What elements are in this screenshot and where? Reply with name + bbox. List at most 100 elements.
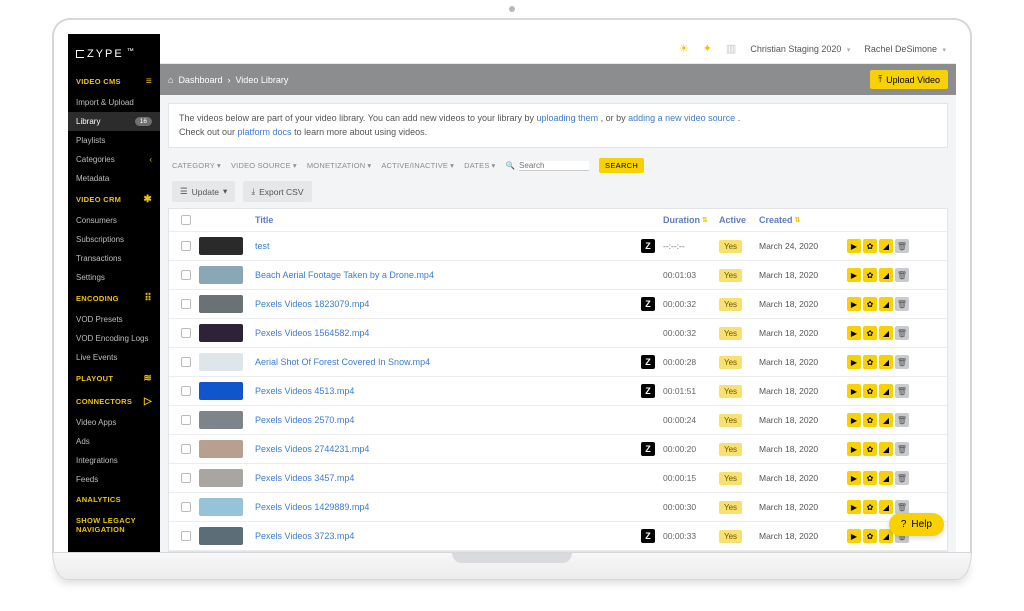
upload-video-button[interactable]: ⤒ Upload Video	[870, 70, 948, 89]
search-button[interactable]: SEARCH	[599, 158, 644, 173]
delete-button[interactable]: 🗑	[895, 297, 909, 311]
sidebar-section-head[interactable]: VIDEO CRM✱	[68, 188, 160, 211]
delete-button[interactable]: 🗑	[895, 239, 909, 253]
settings-button[interactable]: ✿	[863, 442, 877, 456]
row-checkbox[interactable]	[181, 415, 191, 425]
settings-button[interactable]: ✿	[863, 471, 877, 485]
delete-button[interactable]: 🗑	[895, 500, 909, 514]
sidebar-item[interactable]: Library16	[68, 112, 160, 131]
row-checkbox[interactable]	[181, 531, 191, 541]
video-title-link[interactable]: test	[255, 241, 641, 251]
row-checkbox[interactable]	[181, 444, 191, 454]
video-title-link[interactable]: Pexels Videos 1823079.mp4	[255, 299, 641, 309]
row-checkbox[interactable]	[181, 241, 191, 251]
play-button[interactable]: ▶	[847, 326, 861, 340]
sidebar-item[interactable]: Settings	[68, 268, 160, 287]
row-checkbox[interactable]	[181, 328, 191, 338]
play-button[interactable]: ▶	[847, 297, 861, 311]
video-thumbnail[interactable]	[199, 527, 243, 545]
filter-active-inactive[interactable]: ACTIVE/INACTIVE▾	[381, 161, 454, 170]
col-active[interactable]: Active	[719, 215, 759, 225]
video-title-link[interactable]: Pexels Videos 3457.mp4	[255, 473, 641, 483]
video-thumbnail[interactable]	[199, 411, 243, 429]
row-checkbox[interactable]	[181, 473, 191, 483]
video-title-link[interactable]: Pexels Videos 2570.mp4	[255, 415, 641, 425]
settings-button[interactable]: ✿	[863, 239, 877, 253]
settings-button[interactable]: ✿	[863, 355, 877, 369]
col-created[interactable]: Created⇅	[759, 215, 847, 225]
video-thumbnail[interactable]	[199, 295, 243, 313]
play-button[interactable]: ▶	[847, 268, 861, 282]
sidebar-section-head[interactable]: CONNECTORS▷	[68, 390, 160, 413]
delete-button[interactable]: 🗑	[895, 384, 909, 398]
brand-logo[interactable]: ZYPE ™	[68, 34, 160, 70]
video-thumbnail[interactable]	[199, 469, 243, 487]
settings-button[interactable]: ✿	[863, 326, 877, 340]
sidebar-item[interactable]: Integrations	[68, 451, 160, 470]
delete-button[interactable]: 🗑	[895, 355, 909, 369]
breadcrumb-home[interactable]: Dashboard	[178, 75, 222, 85]
sidebar-item[interactable]: Transactions	[68, 249, 160, 268]
sidebar-item[interactable]: Live Events	[68, 348, 160, 367]
delete-button[interactable]: 🗑	[895, 268, 909, 282]
video-thumbnail[interactable]	[199, 324, 243, 342]
delete-button[interactable]: 🗑	[895, 471, 909, 485]
settings-icon[interactable]: ✦	[703, 42, 712, 55]
analytics-button[interactable]: ◢	[879, 239, 893, 253]
analytics-button[interactable]: ◢	[879, 500, 893, 514]
video-title-link[interactable]: Aerial Shot Of Forest Covered In Snow.mp…	[255, 357, 641, 367]
uploading-them-link[interactable]: uploading them	[537, 113, 599, 123]
row-checkbox[interactable]	[181, 357, 191, 367]
delete-button[interactable]: 🗑	[895, 413, 909, 427]
row-checkbox[interactable]	[181, 386, 191, 396]
delete-button[interactable]: 🗑	[895, 442, 909, 456]
video-thumbnail[interactable]	[199, 382, 243, 400]
settings-button[interactable]: ✿	[863, 500, 877, 514]
sidebar-item[interactable]: Subscriptions	[68, 230, 160, 249]
filter-video-source[interactable]: VIDEO SOURCE▾	[231, 161, 297, 170]
video-thumbnail[interactable]	[199, 266, 243, 284]
row-checkbox[interactable]	[181, 502, 191, 512]
user-menu[interactable]: Rachel DeSimone ▾	[864, 44, 946, 54]
analytics-button[interactable]: ◢	[879, 326, 893, 340]
sidebar-item[interactable]: Feeds	[68, 470, 160, 489]
filter-monetization[interactable]: MONETIZATION▾	[307, 161, 371, 170]
home-icon[interactable]: ⌂	[168, 75, 173, 85]
video-thumbnail[interactable]	[199, 353, 243, 371]
play-button[interactable]: ▶	[847, 239, 861, 253]
col-title[interactable]: Title	[255, 215, 641, 225]
play-button[interactable]: ▶	[847, 529, 861, 543]
video-title-link[interactable]: Pexels Videos 3723.mp4	[255, 531, 641, 541]
analytics-button[interactable]: ◢	[879, 355, 893, 369]
settings-button[interactable]: ✿	[863, 268, 877, 282]
settings-button[interactable]: ✿	[863, 384, 877, 398]
filter-category[interactable]: CATEGORY▾	[172, 161, 221, 170]
sidebar-section-head[interactable]: ENCODING⠿	[68, 287, 160, 310]
notify-icon[interactable]: ☀	[679, 42, 689, 55]
account-switcher[interactable]: Christian Staging 2020 ▾	[750, 44, 850, 54]
play-button[interactable]: ▶	[847, 413, 861, 427]
sidebar-section-head[interactable]: VIDEO CMS≡	[68, 70, 160, 93]
play-button[interactable]: ▶	[847, 355, 861, 369]
video-title-link[interactable]: Pexels Videos 2744231.mp4	[255, 444, 641, 454]
sidebar-item[interactable]: Ads	[68, 432, 160, 451]
analytics-button[interactable]: ◢	[879, 384, 893, 398]
settings-button[interactable]: ✿	[863, 529, 877, 543]
video-thumbnail[interactable]	[199, 237, 243, 255]
sidebar-item[interactable]: Import & Upload	[68, 93, 160, 112]
platform-docs-link[interactable]: platform docs	[238, 127, 292, 137]
sidebar-section-head[interactable]: PLAYOUT≋	[68, 367, 160, 390]
video-title-link[interactable]: Pexels Videos 1429889.mp4	[255, 502, 641, 512]
filter-dates[interactable]: DATES▾	[464, 161, 495, 170]
analytics-button[interactable]: ◢	[879, 442, 893, 456]
settings-button[interactable]: ✿	[863, 413, 877, 427]
bulk-update-button[interactable]: ☰ Update ▾	[172, 181, 235, 202]
analytics-button[interactable]: ◢	[879, 297, 893, 311]
analytics-button[interactable]: ◢	[879, 268, 893, 282]
sidebar-item[interactable]: Video Apps	[68, 413, 160, 432]
play-button[interactable]: ▶	[847, 384, 861, 398]
sidebar-section-head[interactable]: SHOW LEGACY NAVIGATION	[68, 510, 160, 540]
analytics-button[interactable]: ◢	[879, 413, 893, 427]
video-title-link[interactable]: Beach Aerial Footage Taken by a Drone.mp…	[255, 270, 641, 280]
video-thumbnail[interactable]	[199, 498, 243, 516]
